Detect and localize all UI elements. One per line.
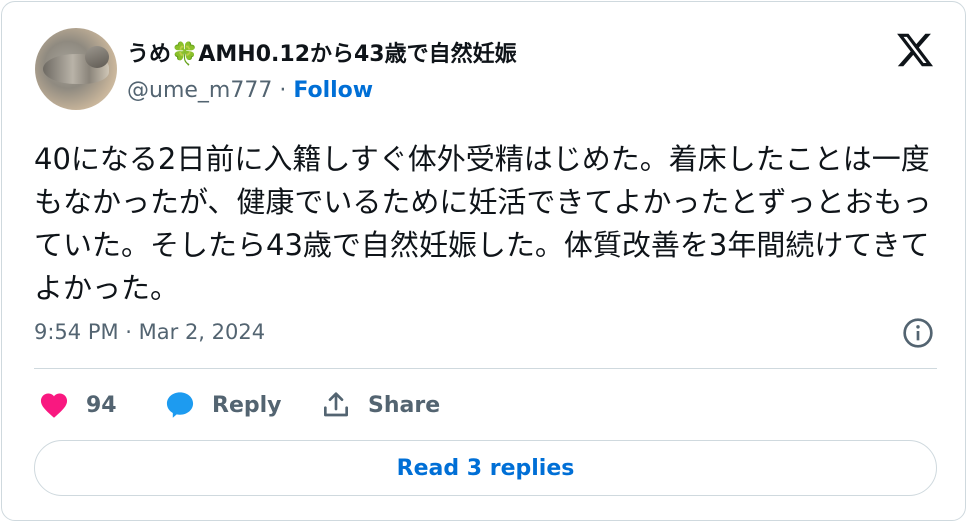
read-replies-button[interactable]: Read 3 replies xyxy=(34,440,937,496)
divider xyxy=(34,368,937,369)
heart-icon xyxy=(40,393,68,418)
tweet-timestamp[interactable]: 9:54 PM · Mar 2, 2024 xyxy=(34,320,265,344)
share-button[interactable]: Share xyxy=(320,385,440,425)
info-icon[interactable] xyxy=(902,317,934,349)
read-replies-label: Read 3 replies xyxy=(396,455,575,481)
tweet-card: うめ🍀AMH0.12から43歳で自然妊娠 @ume_m777 · Follow … xyxy=(1,1,966,521)
share-upload-icon xyxy=(324,392,348,417)
share-label: Share xyxy=(368,392,441,418)
reply-label: Reply xyxy=(212,392,282,418)
speech-bubble-icon xyxy=(166,392,194,418)
avatar-cat-head xyxy=(85,46,109,68)
like-count: 94 xyxy=(86,392,117,418)
author-display-name[interactable]: うめ🍀AMH0.12から43歳で自然妊娠 xyxy=(127,36,517,68)
follow-link[interactable]: Follow xyxy=(293,78,373,103)
author-handle[interactable]: @ume_m777 xyxy=(127,78,272,103)
tweet-text: 40になる2日前に入籍しすぐ体外受精はじめた。着床したことは一度もなかったが、健… xyxy=(34,142,932,305)
avatar[interactable] xyxy=(35,28,117,110)
author-handle-row: @ume_m777 · Follow xyxy=(127,78,373,103)
x-logo-icon[interactable] xyxy=(895,30,935,70)
reply-button[interactable]: Reply xyxy=(164,385,282,425)
like-button[interactable]: 94 xyxy=(38,385,117,425)
handle-separator: · xyxy=(279,78,287,103)
